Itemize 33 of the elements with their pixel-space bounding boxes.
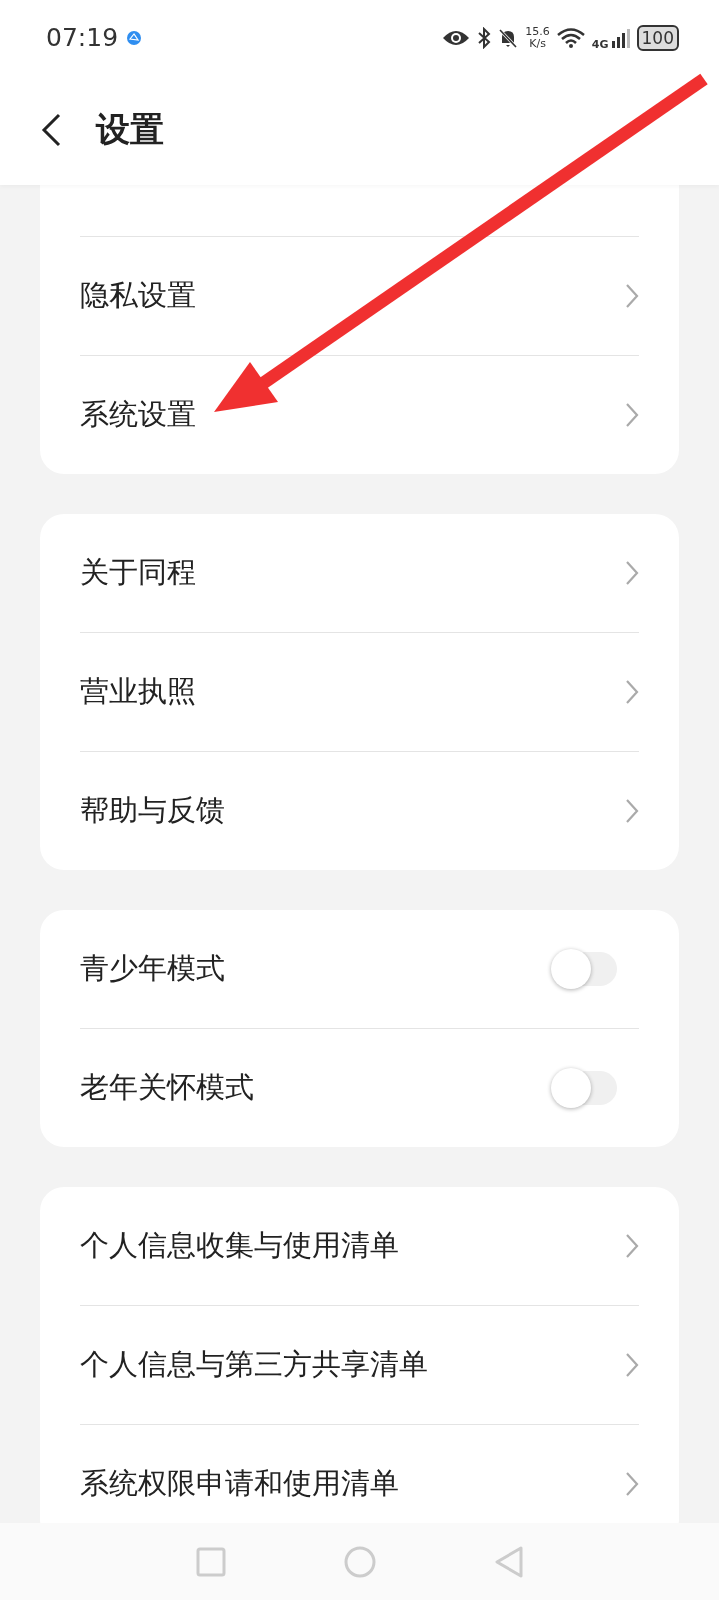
recent-apps-icon[interactable] bbox=[195, 1546, 226, 1577]
bluetooth-icon bbox=[477, 26, 492, 49]
chevron-icon[interactable] bbox=[625, 679, 639, 705]
chevron-icon[interactable] bbox=[625, 283, 639, 309]
setting-label[interactable]: 青少年模式 bbox=[80, 949, 225, 989]
setting-label[interactable]: 营业执照 bbox=[80, 672, 196, 712]
setting-label[interactable]: 关于同程 bbox=[80, 553, 196, 593]
setting-label[interactable]: 系统权限申请和使用清单 bbox=[80, 1464, 399, 1504]
speed-unit: K/s bbox=[529, 37, 546, 50]
setting-label[interactable]: 系统设置 bbox=[80, 395, 196, 435]
setting-label[interactable]: 老年关怀模式 bbox=[80, 1068, 254, 1108]
chevron-icon[interactable] bbox=[625, 402, 639, 428]
wifi-icon bbox=[555, 26, 586, 49]
setting-label[interactable]: 个人信息与第三方共享清单 bbox=[80, 1345, 428, 1385]
status-time: 07:19 bbox=[46, 23, 119, 52]
signal-icon bbox=[610, 26, 631, 49]
battery-level: 100 bbox=[636, 24, 679, 51]
chevron-icon[interactable] bbox=[625, 798, 639, 824]
page-title: 设置 bbox=[96, 108, 164, 151]
setting-label[interactable]: 帮助与反馈 bbox=[80, 791, 225, 831]
network-type: 4G bbox=[591, 38, 609, 51]
setting-label[interactable]: 个人信息收集与使用清单 bbox=[80, 1226, 399, 1266]
network-speed: 15.6 bbox=[525, 25, 550, 38]
home-icon[interactable] bbox=[343, 1545, 376, 1578]
back-nav-icon[interactable] bbox=[493, 1545, 524, 1578]
chevron-icon[interactable] bbox=[625, 1233, 639, 1259]
chevron-icon[interactable] bbox=[625, 1352, 639, 1378]
chevron-icon[interactable] bbox=[625, 1471, 639, 1497]
chevron-icon[interactable] bbox=[625, 560, 639, 586]
back-icon[interactable] bbox=[40, 113, 62, 147]
setting-label[interactable]: 隐私设置 bbox=[80, 276, 196, 316]
muted-bell-icon bbox=[497, 26, 520, 49]
app-notification-icon bbox=[126, 29, 143, 46]
